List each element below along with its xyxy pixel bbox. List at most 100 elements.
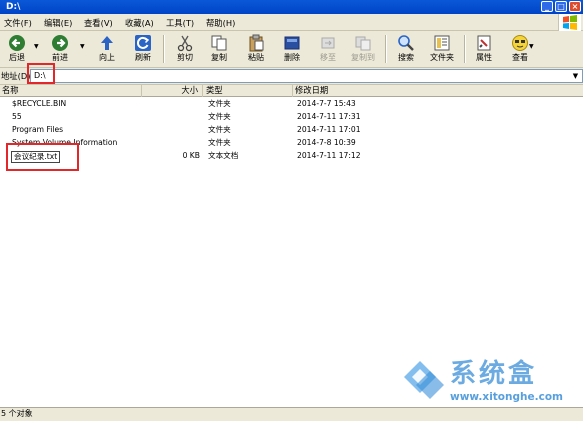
file-row[interactable]: Program Files 文件夹 2014-7-11 17:01 xyxy=(0,124,583,137)
menu-file[interactable]: 文件(F) xyxy=(4,17,32,29)
explorer-window: D:\ _ □ × 文件(F) 编辑(E) 查看(V) 收藏(A) 工具(T) … xyxy=(0,0,583,421)
paste-label: 粘贴 xyxy=(248,53,264,62)
copy-button[interactable]: 复制 xyxy=(202,32,236,66)
column-name-label: 名称 xyxy=(2,85,19,95)
file-modified: 2014-7-11 17:01 xyxy=(297,125,361,134)
close-button[interactable]: × xyxy=(569,1,581,12)
refresh-icon xyxy=(135,35,151,51)
file-modified: 2014-7-8 10:39 xyxy=(297,138,356,147)
file-highlight-box xyxy=(6,143,79,171)
properties-icon xyxy=(477,35,491,51)
status-text: 5 个对象 xyxy=(1,409,33,418)
menu-tools[interactable]: 工具(T) xyxy=(166,17,194,29)
move-to-label: 移至 xyxy=(320,53,336,62)
window-title: D:\ xyxy=(6,2,21,12)
copy-to-icon xyxy=(355,36,371,51)
column-type-label: 类型 xyxy=(206,85,223,95)
refresh-button[interactable]: 刷新 xyxy=(126,32,160,66)
delete-label: 删除 xyxy=(284,53,300,62)
file-name: 55 xyxy=(12,112,22,121)
file-row[interactable]: System Volume Information 文件夹 2014-7-8 1… xyxy=(0,137,583,150)
up-label: 向上 xyxy=(99,53,115,62)
view-icon xyxy=(512,35,528,51)
forward-dropdown-icon[interactable]: ▼ xyxy=(80,43,85,50)
view-label: 查看 xyxy=(512,53,528,62)
copy-to-label: 复制到 xyxy=(351,53,375,62)
menu-bar: 文件(F) 编辑(E) 查看(V) 收藏(A) 工具(T) 帮助(H) xyxy=(0,14,583,31)
refresh-label: 刷新 xyxy=(135,53,151,62)
back-arrow-icon xyxy=(9,35,25,51)
watermark-url: www.xitonghe.com xyxy=(450,391,563,403)
back-button[interactable]: 后退 xyxy=(0,32,34,66)
copy-label: 复制 xyxy=(211,53,227,62)
file-modified: 2014-7-11 17:31 xyxy=(297,112,361,121)
paste-button[interactable]: 粘贴 xyxy=(239,32,273,66)
search-icon xyxy=(398,35,414,51)
forward-label: 前进 xyxy=(52,53,68,62)
list-header: 名称 大小 类型 修改日期 xyxy=(0,85,583,97)
status-bar: 5 个对象 xyxy=(0,407,583,421)
toolbar: 后退 ▼ 前进 ▼ 向上 刷新 剪切 复制 粘贴 删除 移至 复制到 搜索 文件… xyxy=(0,31,583,68)
file-type: 文件夹 xyxy=(208,99,231,108)
file-type: 文件夹 xyxy=(208,125,231,134)
address-dropdown-icon[interactable]: ▼ xyxy=(570,71,581,81)
file-size: 0 KB xyxy=(182,151,200,160)
column-header-size[interactable]: 大小 xyxy=(141,85,203,97)
address-highlight-box xyxy=(27,63,55,84)
watermark-logo: 系统盒 www.xitonghe.com xyxy=(400,351,575,413)
paste-icon xyxy=(249,34,264,52)
minimize-button[interactable]: _ xyxy=(541,1,553,12)
copy-to-button[interactable]: 复制到 xyxy=(346,32,380,66)
title-bar: D:\ _ □ × xyxy=(0,0,583,14)
folder-icon xyxy=(434,35,450,51)
toolbar-separator xyxy=(385,35,387,63)
folders-button[interactable]: 文件夹 xyxy=(425,32,459,66)
back-label: 后退 xyxy=(9,53,25,62)
file-row[interactable]: 55 文件夹 2014-7-11 17:31 xyxy=(0,111,583,124)
file-name: $RECYCLE.BIN xyxy=(12,99,67,108)
file-row[interactable]: $RECYCLE.BIN 文件夹 2014-7-7 15:43 xyxy=(0,98,583,111)
watermark-brand: 系统盒 xyxy=(450,359,538,389)
search-label: 搜索 xyxy=(398,53,414,62)
folders-label: 文件夹 xyxy=(430,53,454,62)
move-to-button[interactable]: 移至 xyxy=(311,32,345,66)
toolbar-separator xyxy=(163,35,165,63)
copy-icon xyxy=(211,35,227,51)
search-button[interactable]: 搜索 xyxy=(389,32,423,66)
menu-view[interactable]: 查看(V) xyxy=(84,17,113,29)
file-type: 文本文档 xyxy=(208,151,239,160)
cut-button[interactable]: 剪切 xyxy=(168,32,202,66)
toolbar-separator xyxy=(464,35,466,63)
properties-button[interactable]: 属性 xyxy=(467,32,501,66)
move-to-icon xyxy=(321,37,335,49)
menu-favorites[interactable]: 收藏(A) xyxy=(125,17,154,29)
forward-arrow-icon xyxy=(52,35,68,51)
menu-edit[interactable]: 编辑(E) xyxy=(44,17,72,29)
column-header-modified[interactable]: 修改日期 xyxy=(293,85,583,97)
up-button[interactable]: 向上 xyxy=(90,32,124,66)
window-controls: _ □ × xyxy=(541,1,581,12)
view-dropdown-icon[interactable]: ▼ xyxy=(529,43,534,50)
back-dropdown-icon[interactable]: ▼ xyxy=(34,43,39,50)
windows-logo-icon xyxy=(558,14,581,31)
column-modified-label: 修改日期 xyxy=(295,85,329,95)
maximize-button[interactable]: □ xyxy=(555,1,567,12)
address-bar: 地址(D) D:\ ▼ xyxy=(0,68,583,85)
up-arrow-icon xyxy=(101,36,113,50)
menu-help[interactable]: 帮助(H) xyxy=(206,17,235,29)
file-modified: 2014-7-7 15:43 xyxy=(297,99,356,108)
scissors-icon xyxy=(177,35,193,52)
cut-label: 剪切 xyxy=(177,53,193,62)
file-name: Program Files xyxy=(12,125,64,134)
delete-icon xyxy=(284,36,300,50)
address-input[interactable]: D:\ ▼ xyxy=(30,69,583,83)
file-row-selected[interactable]: 会议纪录.txt 0 KB 文本文档 2014-7-11 17:12 xyxy=(0,150,583,163)
properties-label: 属性 xyxy=(476,53,492,62)
column-header-type[interactable]: 类型 xyxy=(204,85,293,97)
forward-button[interactable]: 前进 xyxy=(43,32,77,66)
file-modified: 2014-7-11 17:12 xyxy=(297,151,361,160)
delete-button[interactable]: 删除 xyxy=(275,32,309,66)
file-type: 文件夹 xyxy=(208,112,231,121)
column-size-label: 大小 xyxy=(181,85,198,95)
file-type: 文件夹 xyxy=(208,138,231,147)
